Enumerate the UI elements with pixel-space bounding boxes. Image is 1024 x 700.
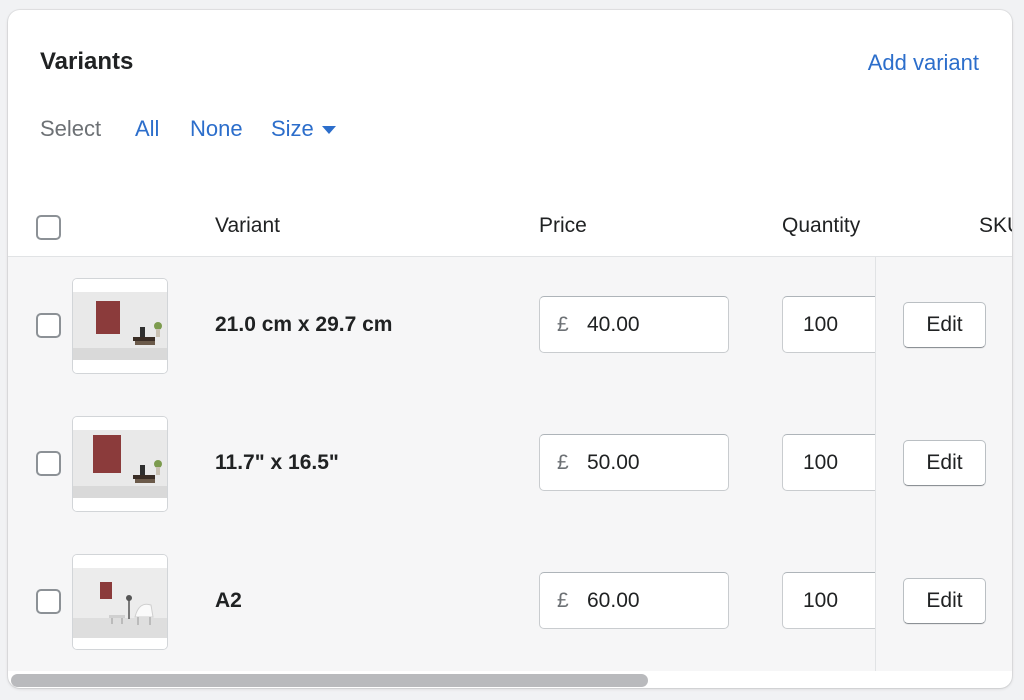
- poster-on-shelf-image: [73, 417, 167, 511]
- row-checkbox[interactable]: [36, 451, 61, 476]
- table-row: 21.0 cm x 29.7 cm £ 40.00 100 Edit: [8, 257, 1012, 396]
- row-checkbox[interactable]: [36, 589, 61, 614]
- column-header-sku: SKU: [979, 214, 1012, 237]
- variant-thumbnail[interactable]: [72, 278, 168, 374]
- column-header-quantity: Quantity: [782, 214, 861, 237]
- row-actions: Edit: [875, 533, 1012, 671]
- table-row: 11.7" x 16.5" £ 50.00 100 Edit: [8, 395, 1012, 534]
- currency-symbol: £: [557, 451, 569, 474]
- caret-down-icon: [321, 126, 336, 135]
- price-input[interactable]: £ 50.00: [539, 434, 729, 491]
- price-value: 60.00: [587, 589, 640, 612]
- quantity-value: 100: [803, 313, 839, 336]
- variant-name: 11.7" x 16.5": [215, 451, 339, 474]
- quantity-value: 100: [803, 451, 839, 474]
- variants-card: Variants Add variant Select All None Siz…: [8, 10, 1012, 688]
- column-header-variant: Variant: [215, 214, 280, 237]
- quantity-input[interactable]: 100: [782, 572, 882, 629]
- variant-thumbnail[interactable]: [72, 554, 168, 650]
- horizontal-scrollbar[interactable]: [11, 674, 648, 687]
- quantity-input[interactable]: 100: [782, 434, 882, 491]
- edit-button[interactable]: Edit: [903, 302, 986, 348]
- price-input[interactable]: £ 40.00: [539, 296, 729, 353]
- currency-symbol: £: [557, 313, 569, 336]
- row-actions: Edit: [875, 395, 1012, 533]
- select-label: Select: [40, 116, 102, 141]
- price-value: 40.00: [587, 313, 640, 336]
- variant-name: 21.0 cm x 29.7 cm: [215, 313, 393, 336]
- edit-button[interactable]: Edit: [903, 440, 986, 486]
- select-size-dropdown[interactable]: Size: [271, 116, 336, 142]
- row-actions: Edit: [875, 257, 1012, 395]
- select-size-label: Size: [271, 116, 314, 141]
- currency-symbol: £: [557, 589, 569, 612]
- column-header-price: Price: [539, 214, 587, 237]
- variant-thumbnail[interactable]: [72, 416, 168, 512]
- poster-in-room-image: [73, 555, 167, 649]
- select-all-checkbox[interactable]: [36, 215, 61, 240]
- add-variant-link[interactable]: Add variant: [868, 50, 979, 76]
- select-all-link[interactable]: All: [135, 116, 159, 142]
- edit-button[interactable]: Edit: [903, 578, 986, 624]
- variant-name: A2: [215, 589, 242, 612]
- quantity-input[interactable]: 100: [782, 296, 882, 353]
- row-checkbox[interactable]: [36, 313, 61, 338]
- poster-on-shelf-image: [73, 279, 167, 373]
- card-title: Variants: [40, 48, 134, 75]
- quantity-value: 100: [803, 589, 839, 612]
- table-row: A2 £ 60.00 100 Edit: [8, 533, 1012, 671]
- price-input[interactable]: £ 60.00: [539, 572, 729, 629]
- table-header: Variant Price Quantity SKU: [8, 200, 1012, 257]
- price-value: 50.00: [587, 451, 640, 474]
- select-none-link[interactable]: None: [190, 116, 243, 142]
